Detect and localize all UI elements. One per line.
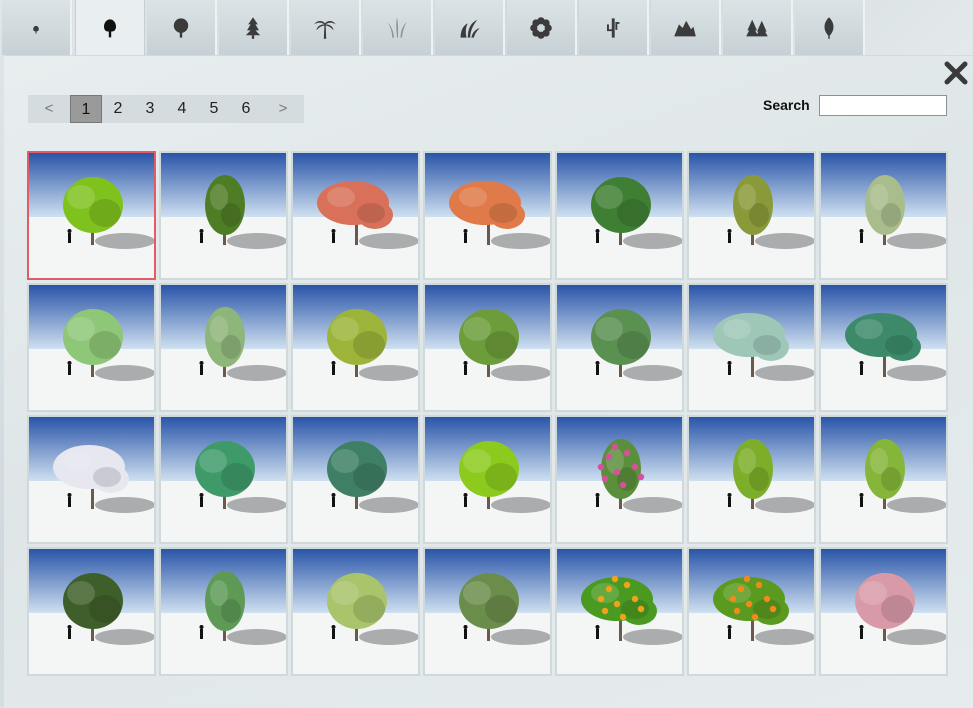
tree-thumbnail-image (425, 285, 550, 410)
tree-thumbnail-image (293, 153, 418, 278)
tree-thumbnail-image (29, 153, 154, 278)
tree-thumbnail-image (293, 285, 418, 410)
tab-grass[interactable] (363, 0, 433, 55)
tree-thumbnail-image (425, 417, 550, 542)
tab-rocks[interactable] (651, 0, 721, 55)
tree-thumbnail-image (821, 549, 946, 674)
conifer-tree-icon (245, 16, 261, 39)
tree-thumbnail-image (689, 549, 814, 674)
category-tab-bar (0, 0, 973, 57)
tree-thumbnail[interactable] (687, 547, 816, 676)
tree-thumbnail[interactable] (159, 547, 288, 676)
flower-icon (530, 16, 552, 39)
tree-thumbnail-image (557, 549, 682, 674)
page-1-button[interactable]: 1 (70, 95, 102, 123)
tree-thumbnail-image (161, 417, 286, 542)
tree-thumbnail-image (29, 549, 154, 674)
leaf-icon (824, 16, 834, 39)
forest-icon (746, 19, 768, 36)
tab-deciduous-tree[interactable] (75, 0, 145, 57)
tree-thumbnail[interactable] (687, 283, 816, 412)
page-5-button[interactable]: 5 (198, 95, 230, 123)
tree-thumbnail[interactable] (423, 151, 552, 280)
tree-thumbnail[interactable] (423, 415, 552, 544)
shrub-icon (460, 19, 480, 38)
page-6-button[interactable]: 6 (230, 95, 262, 123)
tree-thumbnail[interactable] (555, 415, 684, 544)
tree-thumbnail-image (689, 417, 814, 542)
tree-thumbnail[interactable] (423, 283, 552, 412)
tab-forest[interactable] (723, 0, 793, 55)
tab-palm-tree[interactable] (291, 0, 361, 55)
tree-thumbnail-image (557, 153, 682, 278)
tab-leaf[interactable] (795, 0, 865, 55)
deciduous-tree-icon (104, 18, 116, 37)
tree-thumbnail[interactable] (555, 283, 684, 412)
prev-page-button[interactable]: < (28, 95, 70, 123)
tree-thumbnail[interactable] (27, 283, 156, 412)
tree-thumbnail[interactable] (819, 151, 948, 280)
page-3-button[interactable]: 3 (134, 95, 166, 123)
tab-broadleaf-tree[interactable] (147, 0, 217, 55)
tree-thumbnail[interactable] (687, 415, 816, 544)
tab-cactus[interactable] (579, 0, 649, 55)
tab-small-plant[interactable] (2, 0, 72, 55)
tree-thumbnail[interactable] (159, 283, 288, 412)
tab-shrub[interactable] (435, 0, 505, 55)
tree-thumbnail-image (821, 153, 946, 278)
tree-thumbnail-image (293, 417, 418, 542)
search-input[interactable] (819, 95, 947, 116)
tree-thumbnail[interactable] (291, 415, 420, 544)
tree-thumbnail[interactable] (159, 151, 288, 280)
next-page-button[interactable]: > (262, 95, 304, 123)
tree-thumbnail-image (161, 285, 286, 410)
tree-thumbnail[interactable] (555, 547, 684, 676)
tree-thumbnail-image (293, 549, 418, 674)
broadleaf-tree-icon (173, 17, 189, 38)
tree-thumbnail[interactable] (291, 547, 420, 676)
tree-thumbnail-image (29, 285, 154, 410)
tree-thumbnail[interactable] (291, 283, 420, 412)
tab-conifer-tree[interactable] (219, 0, 289, 55)
page-2-button[interactable]: 2 (102, 95, 134, 123)
pagination: < 1 2 3 4 5 6 > (28, 95, 304, 123)
tree-thumbnail[interactable] (819, 415, 948, 544)
tree-thumbnail-image (821, 285, 946, 410)
tree-thumbnail[interactable] (819, 283, 948, 412)
palm-tree-icon (314, 20, 336, 39)
tree-thumbnail-image (557, 285, 682, 410)
tree-thumbnail[interactable] (687, 151, 816, 280)
rocks-icon (674, 20, 696, 36)
grass-icon (387, 16, 407, 38)
tree-thumbnail[interactable] (819, 547, 948, 676)
tree-thumbnail[interactable] (27, 547, 156, 676)
tab-flower[interactable] (507, 0, 577, 55)
tree-thumbnail-image (821, 417, 946, 542)
tree-thumbnail[interactable] (27, 151, 156, 280)
tree-thumbnail-image (425, 153, 550, 278)
tree-thumbnail-image (161, 549, 286, 674)
tree-thumbnail[interactable] (291, 151, 420, 280)
tree-thumbnail[interactable] (423, 547, 552, 676)
tree-thumbnail-image (689, 153, 814, 278)
tree-thumbnail-image (425, 549, 550, 674)
search-label: Search (763, 97, 810, 113)
tree-thumbnail[interactable] (555, 151, 684, 280)
close-icon[interactable] (943, 60, 969, 86)
cactus-icon (607, 17, 620, 38)
page-4-button[interactable]: 4 (166, 95, 198, 123)
tree-thumbnail-image (161, 153, 286, 278)
small-plant-icon (33, 25, 39, 34)
tree-thumbnail-image (689, 285, 814, 410)
tree-thumbnail-image (29, 417, 154, 542)
tree-thumbnail-image (557, 417, 682, 542)
tree-thumbnail[interactable] (159, 415, 288, 544)
tree-thumbnail[interactable] (27, 415, 156, 544)
